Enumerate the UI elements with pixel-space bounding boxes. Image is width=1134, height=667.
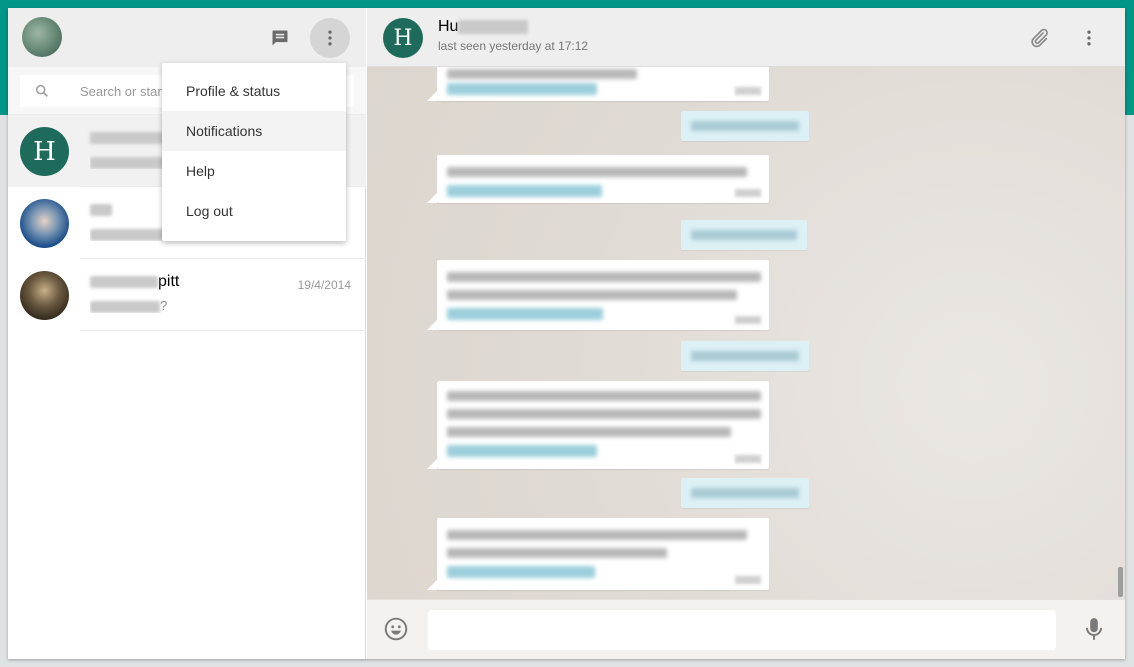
incoming-message <box>427 67 769 101</box>
microphone-icon <box>1085 618 1103 640</box>
menu-item-notifications[interactable]: Notifications <box>162 111 346 151</box>
message-icon <box>272 30 288 46</box>
chat-item[interactable]: pitt 19/4/2014 ? <box>8 259 366 331</box>
attach-button[interactable] <box>1019 18 1059 58</box>
chat-list-panel: H <box>8 8 366 659</box>
outgoing-message <box>681 341 809 371</box>
contact-name[interactable]: Hu <box>438 18 529 36</box>
conversation-header: H Hu last seen yesterday at 17:12 <box>367 8 1125 67</box>
menu-button[interactable] <box>310 18 350 58</box>
outgoing-message <box>681 111 809 141</box>
divider <box>80 330 366 331</box>
chat-time: 19/4/2014 <box>297 278 351 292</box>
avatar <box>20 199 69 248</box>
incoming-message <box>427 155 769 203</box>
chat-name <box>90 201 112 219</box>
avatar <box>20 271 69 320</box>
conversation-panel: H Hu last seen yesterday at 17:12 <box>367 8 1125 659</box>
main-menu-dropdown: Profile & status Notifications Help Log … <box>162 63 346 241</box>
last-seen-status: last seen yesterday at 17:12 <box>438 39 589 53</box>
paperclip-icon <box>1031 28 1048 48</box>
menu-item-help[interactable]: Help <box>162 151 346 191</box>
search-icon <box>35 84 48 97</box>
app-window: H <box>8 8 1125 659</box>
vertical-dots-icon <box>328 30 332 46</box>
new-chat-button[interactable] <box>260 18 300 58</box>
composer-bar <box>367 599 1125 659</box>
chat-name: pitt <box>90 273 179 291</box>
scrollbar[interactable] <box>1118 567 1123 597</box>
smiley-icon <box>384 617 408 641</box>
vertical-dots-icon <box>1087 30 1091 46</box>
menu-item-log-out[interactable]: Log out <box>162 191 346 231</box>
chat-preview <box>90 154 170 169</box>
left-header <box>8 8 366 67</box>
conversation-menu-button[interactable] <box>1069 18 1109 58</box>
incoming-message <box>427 381 769 469</box>
incoming-message <box>427 260 769 330</box>
avatar: H <box>20 127 69 176</box>
emoji-button[interactable] <box>383 616 409 647</box>
outgoing-message <box>681 220 807 250</box>
incoming-message <box>427 518 769 590</box>
chat-preview: ? <box>90 298 167 313</box>
profile-avatar[interactable] <box>22 17 62 57</box>
message-list <box>367 67 1125 599</box>
voice-message-button[interactable] <box>1083 616 1105 647</box>
menu-item-profile-status[interactable]: Profile & status <box>162 71 346 111</box>
contact-avatar[interactable]: H <box>383 18 423 58</box>
outgoing-message <box>681 478 809 508</box>
message-input[interactable] <box>428 610 1056 650</box>
